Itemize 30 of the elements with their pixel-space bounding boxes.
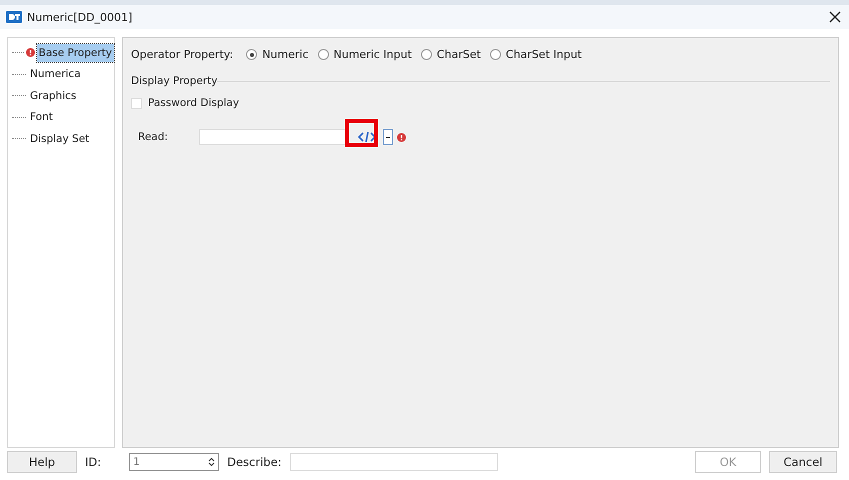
checkbox-label: Password Display: [148, 97, 240, 109]
cancel-button[interactable]: Cancel: [769, 451, 837, 473]
id-spinbox[interactable]: 1: [129, 453, 220, 471]
radio-button[interactable]: [246, 49, 258, 60]
describe-field[interactable]: [290, 453, 498, 471]
dropdown-button[interactable]: [383, 129, 393, 145]
radio-label: Numeric Input: [334, 48, 412, 61]
checkbox[interactable]: [131, 98, 142, 108]
tree-item[interactable]: Display Set: [28, 130, 92, 148]
tree-item[interactable]: Graphics: [28, 86, 78, 105]
app-logo-icon: [6, 11, 22, 23]
radio-label: Numeric: [262, 48, 308, 61]
operator-property-label: Operator Property:: [131, 48, 234, 61]
radio-button[interactable]: [490, 49, 501, 60]
window-title: Numeric[DD_0001]: [27, 10, 134, 24]
tree-item[interactable]: Numerica: [28, 65, 83, 84]
spin-arrows-icon[interactable]: [208, 457, 216, 467]
help-button[interactable]: Help: [7, 451, 77, 473]
read-label: Read:: [138, 131, 169, 143]
describe-label: Describe:: [227, 455, 282, 469]
radio-button[interactable]: [318, 49, 328, 60]
radio-button[interactable]: [420, 49, 432, 60]
radio-label: CharSet Input: [506, 48, 582, 61]
group-title: Display Property: [131, 75, 218, 87]
tree-item[interactable]: Base Property: [36, 44, 114, 62]
id-label: ID:: [85, 455, 102, 469]
radio-label: CharSet: [436, 48, 481, 61]
code-icon[interactable]: [357, 130, 377, 144]
close-icon[interactable]: [829, 11, 841, 23]
tree-item[interactable]: Font: [28, 108, 55, 126]
